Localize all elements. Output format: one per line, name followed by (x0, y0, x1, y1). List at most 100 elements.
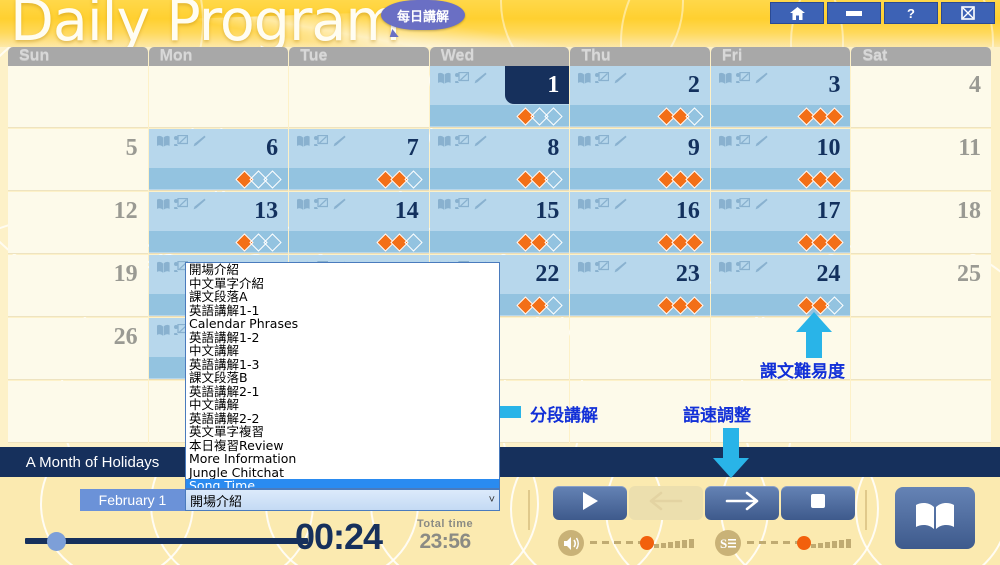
volume-knob[interactable] (640, 536, 654, 550)
dropdown-item[interactable]: Calendar Phrases (186, 317, 499, 331)
difficulty-diamond (825, 233, 845, 252)
day-header-sun: Sun (8, 47, 148, 66)
svg-text:S: S (720, 536, 727, 551)
calendar-empty-cell (851, 318, 992, 380)
minimize-button[interactable] (827, 2, 881, 24)
calendar-day-cell[interactable]: 2 (570, 66, 710, 128)
divider-right (865, 490, 867, 530)
segment-dropdown-value: 開場介紹 (190, 493, 243, 509)
dropdown-item[interactable]: 英語講解2-2 (186, 412, 499, 426)
speed-slider[interactable]: S (715, 530, 862, 556)
previous-button[interactable] (629, 486, 703, 520)
dropdown-item[interactable]: 開場介紹 (186, 263, 499, 277)
day-number: 2 (687, 72, 700, 98)
calendar-day-cell[interactable]: 1 (429, 66, 570, 128)
lesson-type-icons (437, 72, 487, 84)
close-button[interactable] (941, 2, 995, 24)
calendar-day-cell[interactable]: 16 (570, 192, 710, 254)
day-header-tue: Tue (289, 47, 429, 66)
lesson-title-bar-right (500, 447, 1000, 477)
volume-track[interactable] (590, 536, 705, 550)
day-number: 11 (958, 135, 982, 161)
day-number: 9 (687, 135, 700, 161)
day-number: 24 (816, 261, 841, 287)
calendar-day-cell: 4 (851, 66, 992, 128)
home-icon (789, 6, 805, 20)
calendar-day-cell[interactable]: 9 (570, 129, 710, 191)
divider-left (528, 490, 530, 530)
calendar-day-cell[interactable]: 10 (710, 129, 851, 191)
calendar-week-row: 5 6 7 8 9 10 11 (8, 129, 992, 191)
annotation-speed: 語速調整 (683, 406, 751, 425)
lesson-type-icons (577, 135, 627, 147)
lesson-type-icons (156, 135, 206, 147)
app-header: Daily Program 每日講解 ? (0, 0, 1000, 47)
calendar-day-cell[interactable]: 23 (570, 255, 710, 317)
calendar-day-cell: 5 (8, 129, 148, 191)
dropdown-item[interactable]: 中文講解 (186, 344, 499, 358)
difficulty-diamond (685, 296, 704, 315)
difficulty-diamond (544, 170, 564, 189)
help-button[interactable]: ? (884, 2, 938, 24)
window-buttons: ? (770, 2, 995, 24)
seek-track[interactable] (25, 538, 308, 544)
calendar-empty-cell (851, 381, 992, 443)
segment-dropdown-box[interactable]: 開場介紹 ˅ (185, 489, 500, 511)
difficulty-diamond (263, 170, 282, 189)
difficulty-indicator (516, 170, 564, 189)
calendar-day-cell[interactable]: 14 (289, 192, 429, 254)
dropdown-item[interactable]: 英語講解2-1 (186, 385, 499, 399)
play-button[interactable] (553, 486, 627, 520)
difficulty-diamond (544, 107, 564, 126)
calendar-day-cell: 12 (8, 192, 148, 254)
day-number: 3 (828, 72, 841, 98)
calendar-day-cell[interactable]: 24 (710, 255, 851, 317)
calendar-day-cell[interactable]: 7 (289, 129, 429, 191)
stop-button[interactable] (781, 486, 855, 520)
lesson-type-icons (577, 198, 627, 210)
dropdown-item[interactable]: 英語講解1-2 (186, 331, 499, 345)
dropdown-item[interactable]: 本日複習Review (186, 439, 499, 453)
dropdown-item[interactable]: 課文段落B (186, 371, 499, 385)
calendar-day-cell[interactable]: 6 (148, 129, 289, 191)
dropdown-item[interactable]: 英文單字複習 (186, 425, 499, 439)
difficulty-diamond (685, 170, 704, 189)
calendar-day-cell[interactable]: 17 (710, 192, 851, 254)
next-button[interactable] (705, 486, 779, 520)
lesson-type-icons (577, 261, 627, 273)
calendar-day-cell[interactable]: 15 (429, 192, 570, 254)
difficulty-indicator (516, 296, 564, 315)
book-button[interactable] (895, 487, 975, 549)
difficulty-indicator (516, 107, 564, 126)
day-number: 26 (113, 324, 138, 350)
dropdown-item[interactable]: 課文段落A (186, 290, 499, 304)
dropdown-item[interactable]: Song Time (186, 479, 499, 488)
speed-track[interactable] (747, 536, 862, 550)
dropdown-item[interactable]: More Information (186, 452, 499, 466)
speed-knob[interactable] (797, 536, 811, 550)
calendar-weeks: 1234567891011121314151617181920212223242… (8, 66, 992, 445)
seek-knob[interactable] (47, 532, 66, 551)
dropdown-item[interactable]: 英語講解1-3 (186, 358, 499, 372)
day-number: 1 (547, 72, 560, 98)
dropdown-item[interactable]: 英語講解1-1 (186, 304, 499, 318)
calendar-day-cell: 18 (851, 192, 992, 254)
day-number: 6 (266, 135, 279, 161)
calendar-day-cell[interactable]: 8 (429, 129, 570, 191)
volume-slider[interactable] (558, 530, 705, 556)
dropdown-item[interactable]: 中文單字介紹 (186, 277, 499, 291)
difficulty-indicator (235, 233, 282, 252)
lesson-title: A Month of Holidays (25, 453, 160, 471)
difficulty-diamond (685, 107, 704, 126)
calendar-day-cell[interactable]: 13 (148, 192, 289, 254)
dropdown-item[interactable]: Jungle Chitchat (186, 466, 499, 480)
lesson-type-icons (718, 135, 768, 147)
annotation-segments: 分段講解 (530, 406, 598, 425)
dropdown-item[interactable]: 中文講解 (186, 398, 499, 412)
today-highlight (505, 66, 570, 104)
difficulty-indicator (376, 170, 423, 189)
calendar-day-cell[interactable]: 3 (710, 66, 851, 128)
home-button[interactable] (770, 2, 824, 24)
segment-dropdown-list[interactable]: 開場介紹 中文單字介紹 課文段落A 英語講解1-1 Calendar Phrases 英語… (185, 262, 500, 489)
difficulty-indicator (657, 170, 704, 189)
